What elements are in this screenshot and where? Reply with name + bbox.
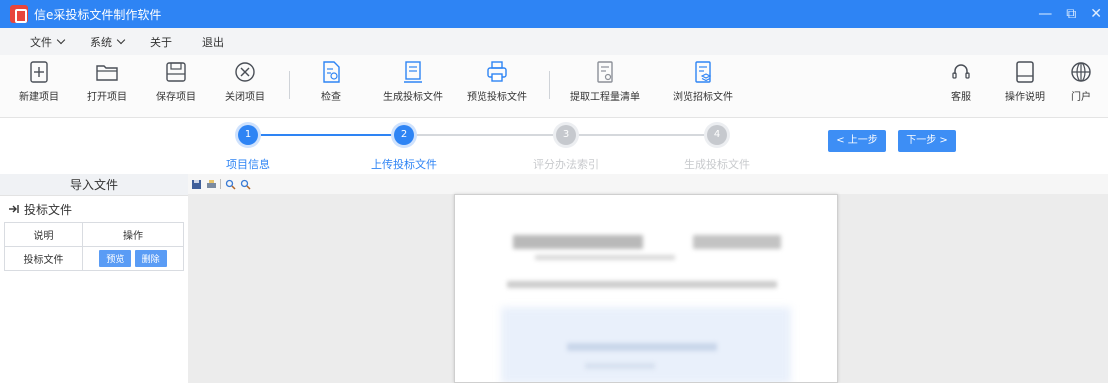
step-connector [414,134,556,136]
save-project-button[interactable]: 保存项目 [141,59,211,103]
close-project-label: 关闭项目 [225,92,265,103]
step-indicator: 1 2 3 4 项目信息 上传投标文件 评分办法索引 生成投标文件 < 上一步 … [0,118,1108,174]
app-logo-icon [10,5,28,23]
menu-file-label: 文件 [30,35,52,49]
portal-button[interactable]: 门户 [1046,59,1108,103]
blurred-text [513,235,643,249]
menu-about[interactable]: 关于 [150,34,172,50]
close-circle-icon [235,62,255,82]
printer-icon [487,61,507,82]
generate-bid-label: 生成投标文件 [383,92,443,103]
document-search-icon [323,61,340,83]
menu-exit-label: 退出 [202,35,224,49]
blurred-text [535,255,675,260]
bid-files-section[interactable]: 投标文件 [0,196,188,222]
print-icon[interactable] [205,178,217,190]
file-description: 投标文件 [4,246,83,271]
blurred-text [507,281,777,288]
extract-quantities-button[interactable]: 提取工程量清单 [570,59,640,103]
open-project-label: 打开项目 [87,92,127,103]
preview-button[interactable]: 预览 [99,250,132,267]
toolbar-divider [549,71,550,99]
prev-step-button[interactable]: < 上一步 [828,130,886,152]
minimize-icon[interactable]: — [1038,6,1052,22]
book-icon [1016,61,1034,83]
blurred-text [693,235,781,249]
step-1-label: 项目信息 [226,158,270,171]
menu-about-label: 关于 [150,35,172,49]
window-controls: — ⧉ ✕ [1038,0,1102,28]
next-step-button[interactable]: 下一步 > [898,130,956,152]
zoom-out-icon[interactable] [239,178,251,190]
table-header-row: 说明 操作 [4,222,184,247]
import-files-panel: 导入文件 投标文件 说明 操作 投标文件 预览 删除 [0,174,188,383]
menu-file[interactable]: 文件 [30,34,66,50]
preview-bid-label: 预览投标文件 [467,92,527,103]
menu-bar: 文件 系统 关于 退出 [0,28,1108,55]
table-row: 投标文件 预览 删除 [4,246,184,271]
import-arrow-icon [9,205,19,213]
step-2-circle: 2 [394,125,414,145]
check-button[interactable]: 检查 [296,59,366,103]
column-header: 操作 [82,222,184,247]
customer-service-button[interactable]: 客服 [926,59,996,103]
blurred-text [567,343,717,351]
browse-tender-label: 浏览招标文件 [673,92,733,103]
preview-bid-button[interactable]: 预览投标文件 [462,59,532,103]
new-project-button[interactable]: 新建项目 [4,59,74,103]
customer-service-label: 客服 [951,92,971,103]
menu-exit[interactable]: 退出 [202,34,224,50]
step-3-label: 评分办法索引 [533,158,599,171]
file-actions: 预览 删除 [82,246,184,271]
panel-header: 导入文件 [0,174,188,196]
generate-bid-button[interactable]: 生成投标文件 [378,59,448,103]
document-viewer [188,174,1108,383]
bid-files-section-label: 投标文件 [24,202,73,217]
menu-system[interactable]: 系统 [90,34,126,50]
step-1-circle: 1 [238,125,258,145]
window-title: 信e采投标文件制作软件 [34,7,162,22]
headset-icon [952,64,970,79]
save-icon[interactable] [190,178,202,190]
step-3-circle: 3 [556,125,576,145]
zoom-in-icon[interactable] [224,178,236,190]
toolbar: 新建项目 打开项目 保存项目 关闭项目 检查 生成投标文件 预览投标文件 提取工… [0,55,1108,118]
open-project-button[interactable]: 打开项目 [72,59,142,103]
step-connector [576,134,707,136]
title-bar: 信e采投标文件制作软件 — ⧉ ✕ [0,0,1108,28]
save-icon [166,62,186,82]
chevron-down-icon [116,35,126,44]
document-page-preview [454,194,838,383]
step-connector [258,134,394,136]
viewer-divider [220,179,221,189]
blurred-text [585,363,655,369]
close-icon[interactable]: ✕ [1090,6,1102,22]
step-4-circle: 4 [707,125,727,145]
check-label: 检查 [321,92,341,103]
save-project-label: 保存项目 [156,92,196,103]
document-lines-icon [404,61,422,83]
step-4-label: 生成投标文件 [684,158,750,171]
new-project-icon [30,61,48,83]
browse-tender-button[interactable]: 浏览招标文件 [668,59,738,103]
extract-quantities-label: 提取工程量清单 [570,92,640,103]
files-table: 说明 操作 投标文件 预览 删除 [4,222,184,271]
step-2-label: 上传投标文件 [371,158,437,171]
document-gear-icon [597,61,613,83]
folder-icon [96,65,118,81]
portal-label: 门户 [1071,92,1091,103]
close-project-button[interactable]: 关闭项目 [210,59,280,103]
column-header: 说明 [4,222,83,247]
delete-button[interactable]: 删除 [134,250,167,267]
restore-icon[interactable]: ⧉ [1066,6,1076,22]
toolbar-divider [289,71,290,99]
chevron-down-icon [56,35,66,44]
viewer-toolbar [188,174,1108,194]
document-stack-icon [695,61,712,83]
menu-system-label: 系统 [90,35,112,49]
new-project-label: 新建项目 [19,92,59,103]
globe-icon [1071,62,1091,82]
